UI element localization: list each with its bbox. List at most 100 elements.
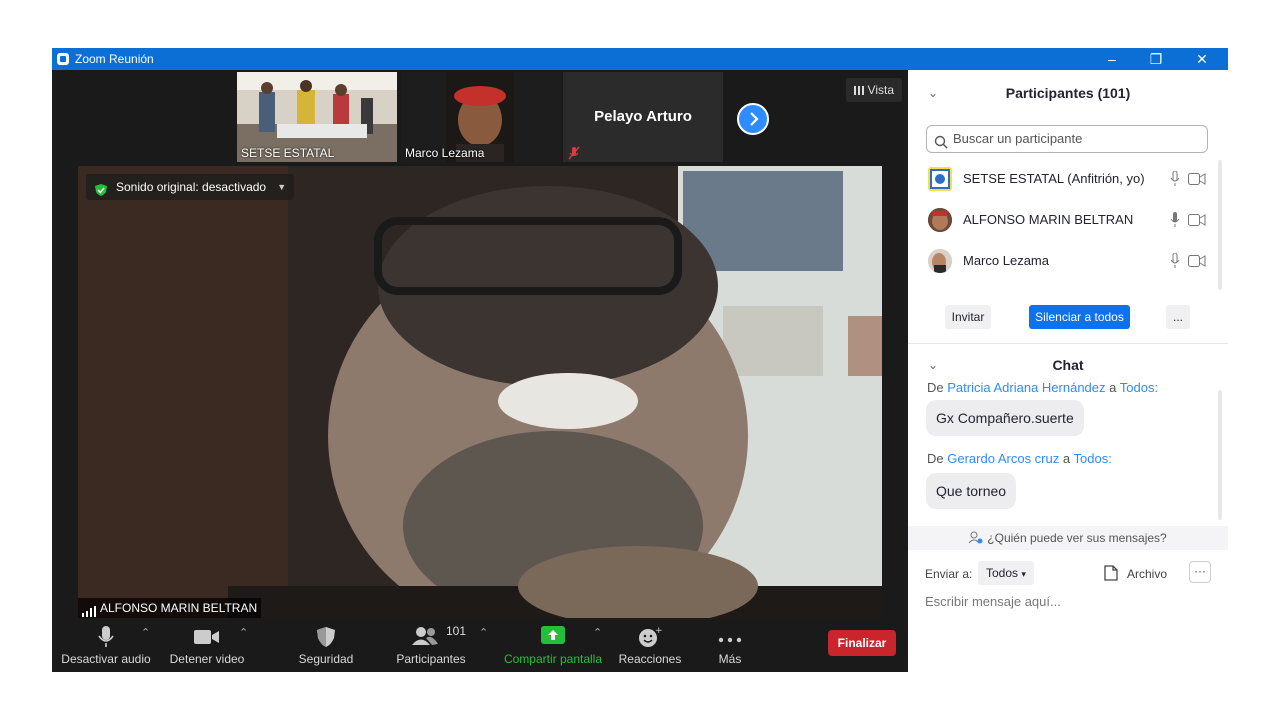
chevron-right-icon: [750, 112, 759, 126]
stop-video-button[interactable]: Detener video: [164, 620, 250, 670]
share-screen-label: Compartir pantalla: [503, 652, 603, 666]
participant-name: ALFONSO MARIN BELTRAN: [963, 212, 1134, 227]
svg-text:+: +: [655, 626, 662, 636]
invite-button[interactable]: Invitar: [945, 305, 991, 329]
sender-name[interactable]: Patricia Adriana Hernández: [947, 380, 1105, 395]
security-button[interactable]: Seguridad: [290, 620, 362, 670]
sender-name[interactable]: Gerardo Arcos cruz: [947, 451, 1059, 466]
participant-row[interactable]: SETSE ESTATAL (Anfitrión, yo): [926, 163, 1208, 195]
participants-options-caret[interactable]: ⌃: [479, 626, 488, 639]
participant-search-input[interactable]: Buscar un participante: [926, 125, 1208, 153]
more-button[interactable]: Más: [706, 620, 754, 670]
participant-row[interactable]: ALFONSO MARIN BELTRAN: [926, 204, 1208, 236]
share-screen-button[interactable]: Compartir pantalla: [498, 620, 608, 670]
chat-bubble: Que torneo: [926, 473, 1017, 509]
chat-message-input[interactable]: Escribir mensaje aquí...: [925, 590, 1215, 614]
security-label: Seguridad: [298, 652, 354, 666]
title-bar: Zoom Reunión – ❐ ✕: [52, 48, 1228, 70]
audio-options-caret[interactable]: ⌃: [141, 626, 150, 639]
thumbnail-name: Marco Lezama: [405, 146, 485, 160]
person-lock-icon: [968, 528, 983, 552]
microphone-icon[interactable]: [1170, 252, 1180, 272]
microphone-icon[interactable]: [1170, 212, 1180, 231]
participants-icon: [412, 626, 438, 649]
chat-header: ⌄ Chat: [908, 350, 1228, 380]
zoom-window: Zoom Reunión – ❐ ✕ SETSE ESTATAL Marco L…: [52, 48, 1228, 672]
from-prefix: De: [927, 451, 944, 466]
chat-more-button[interactable]: ···: [1189, 561, 1211, 583]
thumbnail-marco-lezama[interactable]: Marco Lezama: [401, 72, 561, 162]
who-can-see-messages-link[interactable]: ¿Quién puede ver sus mensajes?: [908, 526, 1228, 550]
microphone-icon[interactable]: [1170, 170, 1180, 190]
video-camera-icon: [194, 630, 220, 647]
main-speaker-video: Sonido original: desactivado ▼ ALFONSO M…: [78, 166, 882, 618]
microphone-icon: [98, 626, 114, 651]
participant-name: Marco Lezama: [963, 253, 1049, 268]
recipient[interactable]: Todos:: [1074, 451, 1112, 466]
chat-scrollbar[interactable]: [1218, 390, 1222, 520]
chevron-down-icon: ▾: [1021, 569, 1026, 579]
view-button[interactable]: Vista: [845, 78, 902, 102]
thumbnail-pelayo-arturo[interactable]: Pelayo Arturo: [563, 72, 723, 162]
participants-more-button[interactable]: ...: [1166, 305, 1190, 329]
participant-name: SETSE ESTATAL (Anfitrión, yo): [963, 171, 1145, 186]
recipient[interactable]: Todos:: [1120, 380, 1158, 395]
to-word: a: [1109, 380, 1117, 395]
video-options-caret[interactable]: ⌃: [239, 626, 248, 639]
meeting-toolbar: Desactivar audio ⌃ Detener video ⌃ Segur…: [52, 618, 908, 672]
shield-icon: [316, 626, 336, 651]
video-camera-icon[interactable]: [1188, 214, 1206, 229]
grid-icon: [853, 86, 864, 95]
muted-mic-icon: [568, 146, 580, 160]
close-button[interactable]: ✕: [1180, 48, 1224, 70]
participants-label: Participantes: [396, 652, 466, 666]
zoom-app-icon: [57, 53, 69, 65]
share-options-caret[interactable]: ⌃: [593, 626, 602, 639]
mute-label: Desactivar audio: [61, 652, 151, 666]
shield-check-icon: [94, 180, 108, 206]
chat-message-header: De Patricia Adriana Hernández a Todos:: [927, 380, 1158, 395]
next-page-button[interactable]: [737, 103, 769, 135]
speaker-name: ALFONSO MARIN BELTRAN: [100, 601, 258, 615]
search-placeholder: Buscar un participante: [953, 131, 1083, 146]
participants-button[interactable]: 101 Participantes: [392, 620, 470, 670]
avatar: [928, 167, 952, 191]
divider: [908, 343, 1228, 344]
restore-button[interactable]: ❐: [1134, 48, 1178, 70]
view-label: Vista: [867, 83, 894, 97]
video-camera-icon[interactable]: [1188, 173, 1206, 188]
file-icon: [1104, 565, 1118, 586]
speaker-name-tag: ALFONSO MARIN BELTRAN: [78, 598, 262, 618]
who-can-see-label: ¿Quién puede ver sus mensajes?: [987, 531, 1167, 545]
send-to-label: Enviar a:: [925, 567, 973, 581]
search-icon: [934, 132, 948, 158]
share-screen-icon: [541, 626, 565, 647]
participant-row[interactable]: Marco Lezama: [926, 245, 1208, 277]
reactions-label: Reacciones: [618, 652, 682, 666]
video-camera-icon[interactable]: [1188, 255, 1206, 270]
file-button[interactable]: Archivo: [1127, 567, 1167, 581]
send-to-value: Todos: [986, 566, 1019, 580]
side-panel: ⌄ Participantes (101) Buscar un particip…: [908, 70, 1228, 672]
stop-video-label: Detener video: [169, 652, 245, 666]
end-meeting-button[interactable]: Finalizar: [828, 630, 896, 656]
from-prefix: De: [927, 380, 944, 395]
avatar: [928, 249, 952, 273]
thumbnail-setse-estatal[interactable]: SETSE ESTATAL: [237, 72, 397, 162]
window-title: Zoom Reunión: [75, 52, 154, 66]
send-to-dropdown[interactable]: Todos ▾: [978, 561, 1034, 585]
mute-button[interactable]: Desactivar audio: [58, 620, 154, 670]
chat-bubble: Gx Compañero.suerte: [926, 400, 1084, 436]
chat-message-header: De Gerardo Arcos cruz a Todos:: [927, 451, 1112, 466]
original-sound-dropdown[interactable]: Sonido original: desactivado ▼: [86, 174, 295, 200]
mute-all-button[interactable]: Silenciar a todos: [1029, 305, 1130, 329]
minimize-button[interactable]: –: [1090, 48, 1134, 70]
reactions-button[interactable]: + Reacciones: [614, 620, 686, 670]
speaker-video-image: [78, 166, 882, 618]
smiley-icon: +: [638, 626, 663, 651]
participants-scrollbar[interactable]: [1218, 160, 1222, 290]
participants-title: Participantes (101): [1005, 85, 1131, 101]
collapse-chevron-icon[interactable]: ⌄: [928, 350, 938, 380]
thumbnail-name: Pelayo Arturo: [594, 108, 692, 125]
collapse-chevron-icon[interactable]: ⌄: [928, 78, 938, 108]
